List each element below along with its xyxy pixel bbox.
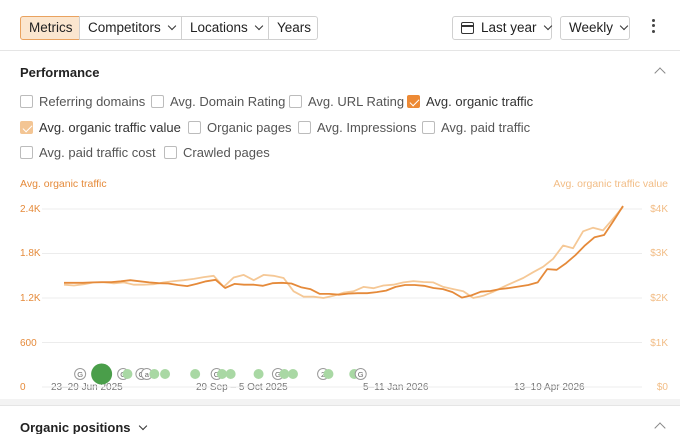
more-options-icon[interactable] [648, 19, 658, 37]
interval-dropdown[interactable]: Weekly [560, 16, 630, 40]
tab-locations-label: Locations [190, 20, 248, 35]
chevron-down-icon [543, 21, 552, 31]
toolbar: Metrics Competitors Locations Years Last… [0, 0, 680, 51]
performance-chart: GGGaGG2G [42, 205, 642, 388]
tab-metrics-label: Metrics [29, 20, 73, 35]
chevron-down-icon [167, 21, 177, 31]
annotation-marker [225, 369, 236, 379]
tab-years[interactable]: Years [268, 16, 318, 40]
annotation-marker [149, 369, 160, 379]
annotation-marker [323, 369, 334, 379]
interval-label: Weekly [569, 20, 614, 35]
chevron-down-icon [619, 21, 629, 31]
organic-positions-title[interactable]: Organic positions [20, 420, 147, 434]
series-line-avg-organic-traffic-value [63, 206, 624, 299]
organic-positions-label: Organic positions [20, 420, 131, 434]
svg-text:G: G [358, 370, 364, 379]
date-range-dropdown[interactable]: Last year [452, 16, 552, 40]
chevron-down-icon [138, 421, 147, 431]
svg-text:G: G [77, 370, 83, 379]
annotation-marker [122, 369, 133, 379]
annotation-marker-google-update: G [74, 368, 87, 380]
tab-locations[interactable]: Locations [181, 16, 269, 40]
tab-competitors[interactable]: Competitors [79, 16, 182, 40]
date-range-label: Last year [481, 20, 537, 35]
chart-grid [42, 208, 642, 388]
calendar-icon [461, 22, 474, 34]
annotation-marker [160, 369, 171, 379]
annotation-marker [190, 369, 201, 379]
annotation-marker [91, 363, 113, 385]
chart-lines [63, 205, 624, 299]
performance-panel: Performance Referring domains Avg. Domai… [0, 51, 680, 399]
tab-competitors-label: Competitors [88, 20, 161, 35]
chevron-down-icon [254, 21, 264, 31]
annotation-markers: GGGaGG2G [74, 363, 367, 385]
annotation-marker [253, 369, 264, 379]
tab-metrics[interactable]: Metrics [20, 16, 80, 40]
collapse-icon[interactable] [654, 422, 666, 434]
annotation-marker [279, 369, 290, 379]
organic-positions-panel: Organic positions [0, 405, 680, 434]
annotation-marker [217, 369, 228, 379]
annotation-marker-google-update: G [354, 368, 367, 380]
annotation-marker [287, 369, 298, 379]
tab-years-label: Years [277, 20, 312, 35]
